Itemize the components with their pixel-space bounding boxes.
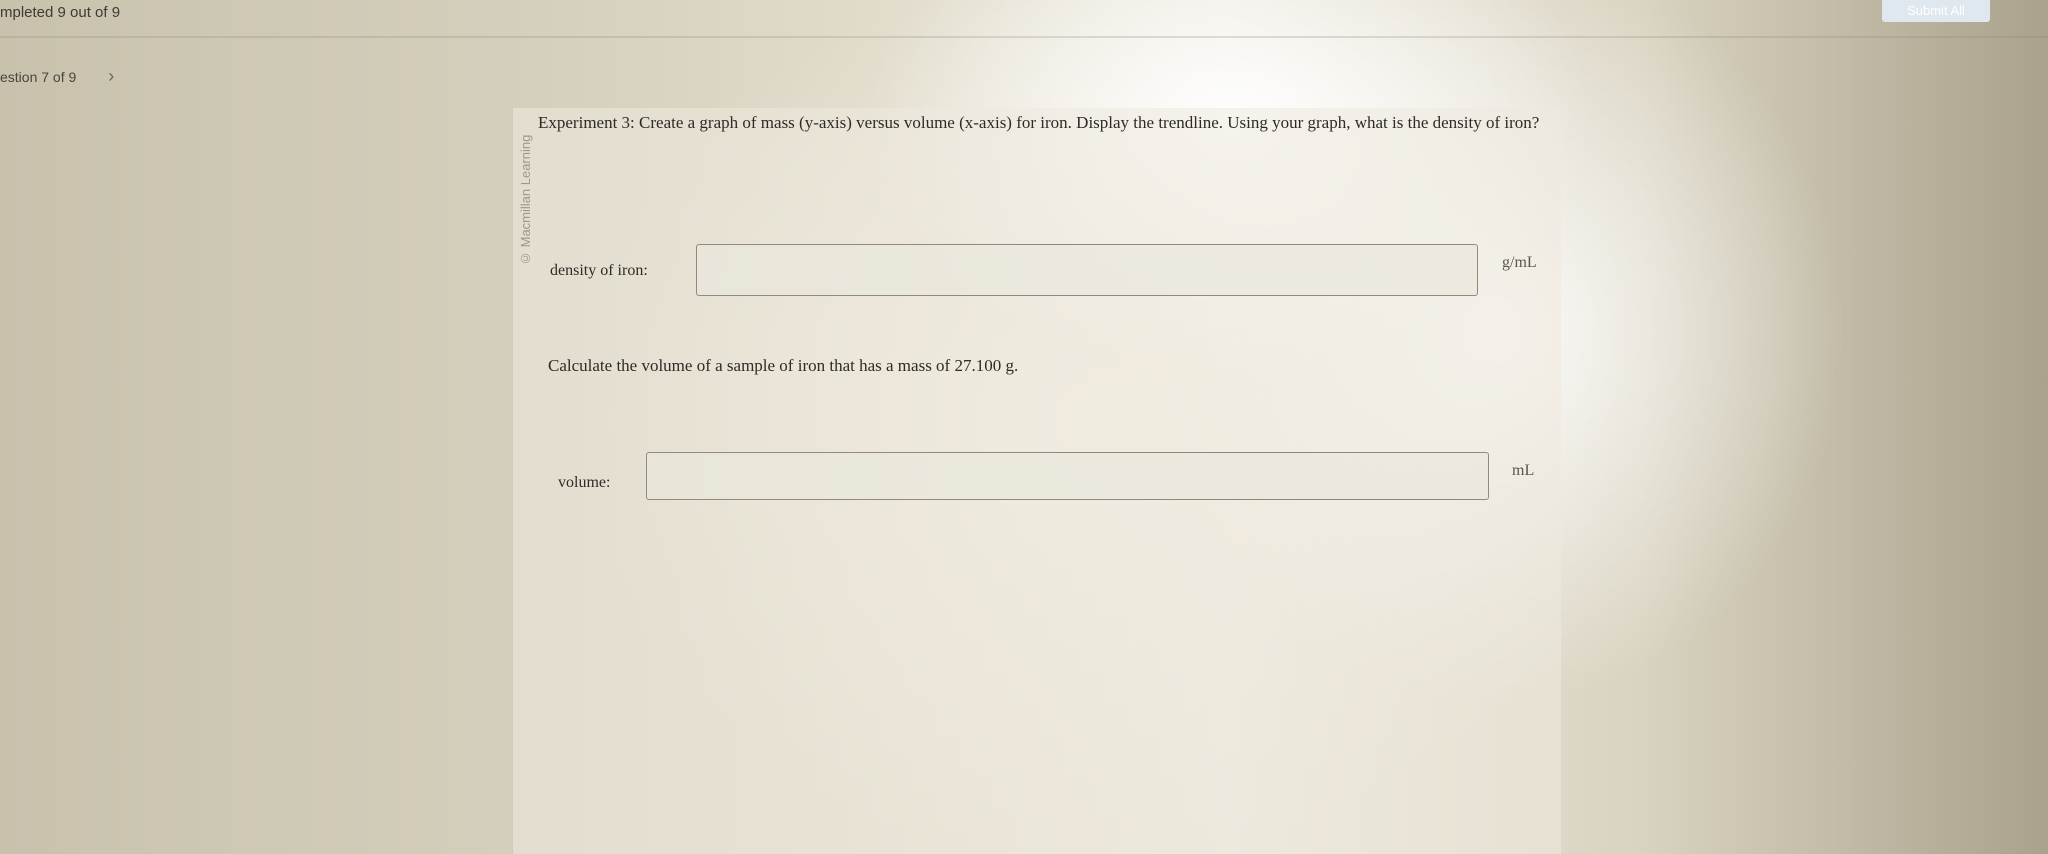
volume-label: volume:: [558, 474, 611, 491]
submit-all-button[interactable]: Submit All: [1882, 0, 1990, 22]
volume-unit: mL: [1512, 462, 1535, 479]
copyright-credit: © Macmillan Learning: [518, 134, 533, 266]
volume-input[interactable]: [646, 452, 1489, 500]
question-prompt: Experiment 3: Create a graph of mass (y-…: [538, 113, 1540, 132]
chevron-right-icon[interactable]: ›: [108, 66, 114, 87]
question-counter: estion 7 of 9: [0, 68, 77, 85]
density-input[interactable]: [696, 244, 1478, 296]
density-unit: g/mL: [1502, 254, 1537, 271]
density-label: density of iron:: [550, 262, 648, 279]
progress-status: mpleted 9 out of 9: [0, 4, 121, 21]
question-navigator: estion 7 of 9 ›: [0, 66, 114, 87]
volume-question-prompt: Calculate the volume of a sample of iron…: [548, 356, 1019, 375]
header-divider: [0, 36, 2048, 38]
